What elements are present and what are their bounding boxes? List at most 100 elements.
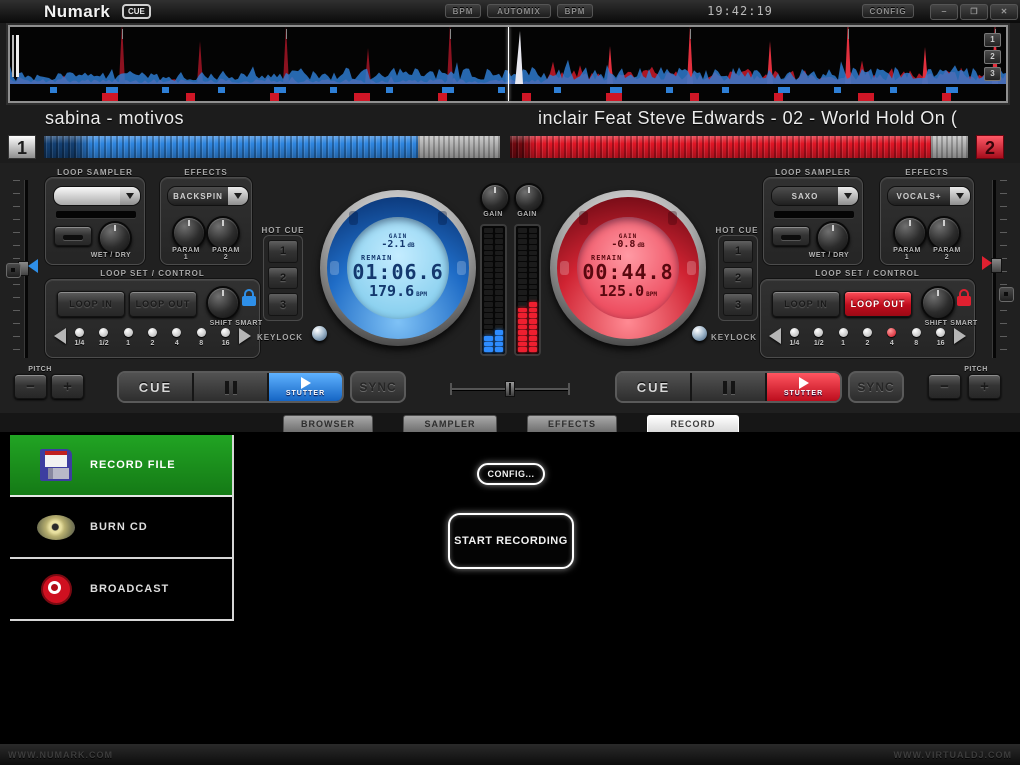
chevron-down-icon[interactable] [120,187,140,205]
deck2-gain-knob[interactable] [514,183,544,213]
deck1-sampler-rec-button[interactable] [54,226,92,246]
deck2-loop-length-led[interactable] [911,328,921,337]
loop-double-arrow-icon[interactable] [954,328,966,344]
config-button[interactable]: CONFIG [862,4,914,18]
deck1-loop-length-label: 2 [150,340,155,347]
deck2-sync-button[interactable]: SYNC [848,371,904,403]
tab-effects[interactable]: EFFECTS [527,415,617,432]
loop-double-arrow-icon[interactable] [239,328,251,344]
deck2-loop-length-led[interactable] [863,328,872,337]
deck1-sync-button[interactable]: SYNC [350,371,406,403]
deck2-sampler-rec-button[interactable] [772,226,810,246]
deck2-param1-knob[interactable] [893,216,927,250]
loop-halve-arrow-icon[interactable] [769,328,781,344]
close-button[interactable]: ✕ [990,4,1018,20]
deck1-loop-length-led[interactable] [148,328,157,337]
deck1-param1-knob[interactable] [172,216,206,250]
tab-sampler[interactable]: SAMPLER [403,415,497,432]
bpm-left-button[interactable]: BPM [445,4,481,18]
deck1-loop-length-led[interactable] [172,328,182,337]
deck2-pitch-plus-button[interactable]: + [968,374,1001,399]
chevron-down-icon[interactable] [838,187,858,205]
deck2-loop-out-button[interactable]: LOOP OUT [844,291,912,317]
deck1-pause-button[interactable] [194,373,269,401]
deck1-hot-cue-2-button[interactable]: 2 [268,266,298,290]
deck1-shift-knob[interactable] [206,286,240,320]
rhythm-window[interactable]: 1 2 3 [8,19,1008,103]
deck1-param2-knob[interactable] [206,216,240,250]
loop-halve-arrow-icon[interactable] [54,328,66,344]
deck1-gain-knob[interactable] [480,183,510,213]
deck2-loop-length-led[interactable] [936,328,946,337]
broadcast-item[interactable]: BROADCAST [10,559,232,621]
deck1-jog-wheel[interactable]: GAIN -2.1 dB REMAIN 01:06.6 179.6 BPM [320,190,476,346]
deck1-song-position-strip[interactable] [44,136,500,158]
burn-cd-item[interactable]: BURN CD [10,497,232,559]
deck1-sampler-dropdown[interactable] [53,186,141,206]
deck1-loop-in-button[interactable]: LOOP IN [57,291,125,317]
deck2-pitch-handle[interactable] [991,258,1002,273]
automix-button[interactable]: AUTOMIX [487,4,551,18]
deck2-sample-volume-bar[interactable] [774,211,854,218]
deck1-loop-out-button[interactable]: LOOP OUT [129,291,197,317]
lock-icon[interactable] [242,289,256,306]
lock-icon[interactable] [957,289,971,306]
tab-browser[interactable]: BROWSER [283,415,373,432]
deck2-pause-button[interactable] [692,373,767,401]
deck2-loop-length-led[interactable] [887,328,897,337]
deck2-loop-length-led[interactable] [814,328,824,337]
record-file-item[interactable]: RECORD FILE [10,435,232,497]
deck1-effect-dropdown[interactable]: BACKSPIN [167,186,249,206]
wave-zoom-1-button[interactable]: 1 [984,33,1001,47]
chevron-down-icon[interactable] [950,187,970,205]
record-config-button[interactable]: CONFIG... [477,463,545,485]
deck1-sample-volume-bar[interactable] [56,211,136,218]
deck2-pitch-minus-button[interactable]: − [928,374,961,399]
deck1-loop-length-led[interactable] [99,328,109,337]
deck2-pitch-zero-button[interactable] [999,287,1014,302]
maximize-button[interactable]: ❐ [960,4,988,20]
deck1-play-stutter-button[interactable]: STUTTER [269,373,342,401]
deck1-hot-cue-3-button[interactable]: 3 [268,293,298,317]
deck2-effect-dropdown[interactable]: VOCALS+ [887,186,971,206]
deck1-loop-length-led[interactable] [123,328,133,337]
deck2-play-stutter-button[interactable]: STUTTER [767,373,840,401]
tab-record[interactable]: RECORD [647,415,739,432]
deck2-shift-knob[interactable] [921,286,955,320]
deck2-jog-wheel[interactable]: GAIN -0.8 dB REMAIN 00:44.8 125.0 BPM [550,190,706,346]
deck2-keylock-button[interactable] [692,326,707,341]
wave-zoom-2-button[interactable]: 2 [984,50,1001,64]
deck2-loop-length-led[interactable] [789,328,799,337]
deck2-hot-cue-3-button[interactable]: 3 [723,293,753,317]
deck2-hot-cue-1-button[interactable]: 1 [723,240,753,263]
crossfader[interactable] [450,381,570,397]
deck1-cue-button[interactable]: CUE [119,373,194,401]
deck1-pitch-plus-button[interactable]: + [51,374,84,399]
deck1-wet-dry-knob[interactable] [98,221,132,255]
deck1-loop-length-led[interactable] [196,328,206,337]
deck1-pitch-minus-button[interactable]: − [14,374,47,399]
deck2-loop-length-led[interactable] [838,328,848,337]
deck1-loop-length-led[interactable] [221,328,231,337]
deck1-loop-length-led[interactable] [74,328,84,337]
deck1-pitch-zero-button[interactable] [6,263,21,278]
deck1-keylock-button[interactable] [312,326,327,341]
bpm-right-button[interactable]: BPM [557,4,593,18]
deck2-sampler-dropdown[interactable]: SAXO [771,186,859,206]
chevron-down-icon[interactable] [228,187,248,205]
deck2-cue-button[interactable]: CUE [617,373,692,401]
start-recording-button[interactable]: START RECORDING [448,513,574,569]
deck1-hot-cue-1-button[interactable]: 1 [268,240,298,263]
deck2-loop-length-row: 1/4 1/2 1 2 4 8 16 [769,328,966,347]
floppy-icon [40,449,72,481]
deck2-song-position-strip[interactable] [510,136,968,158]
minimize-button[interactable]: ‒ [930,4,958,20]
vu-segment [528,290,537,296]
deck2-hot-cue-2-button[interactable]: 2 [723,266,753,290]
deck2-loop-in-button[interactable]: LOOP IN [772,291,840,317]
crossfader-handle[interactable] [505,381,515,397]
deck2-param2-knob[interactable] [927,216,961,250]
wave-zoom-3-button[interactable]: 3 [984,67,1001,81]
deck2-wet-dry-knob[interactable] [816,221,850,255]
vu-segment [518,313,527,318]
